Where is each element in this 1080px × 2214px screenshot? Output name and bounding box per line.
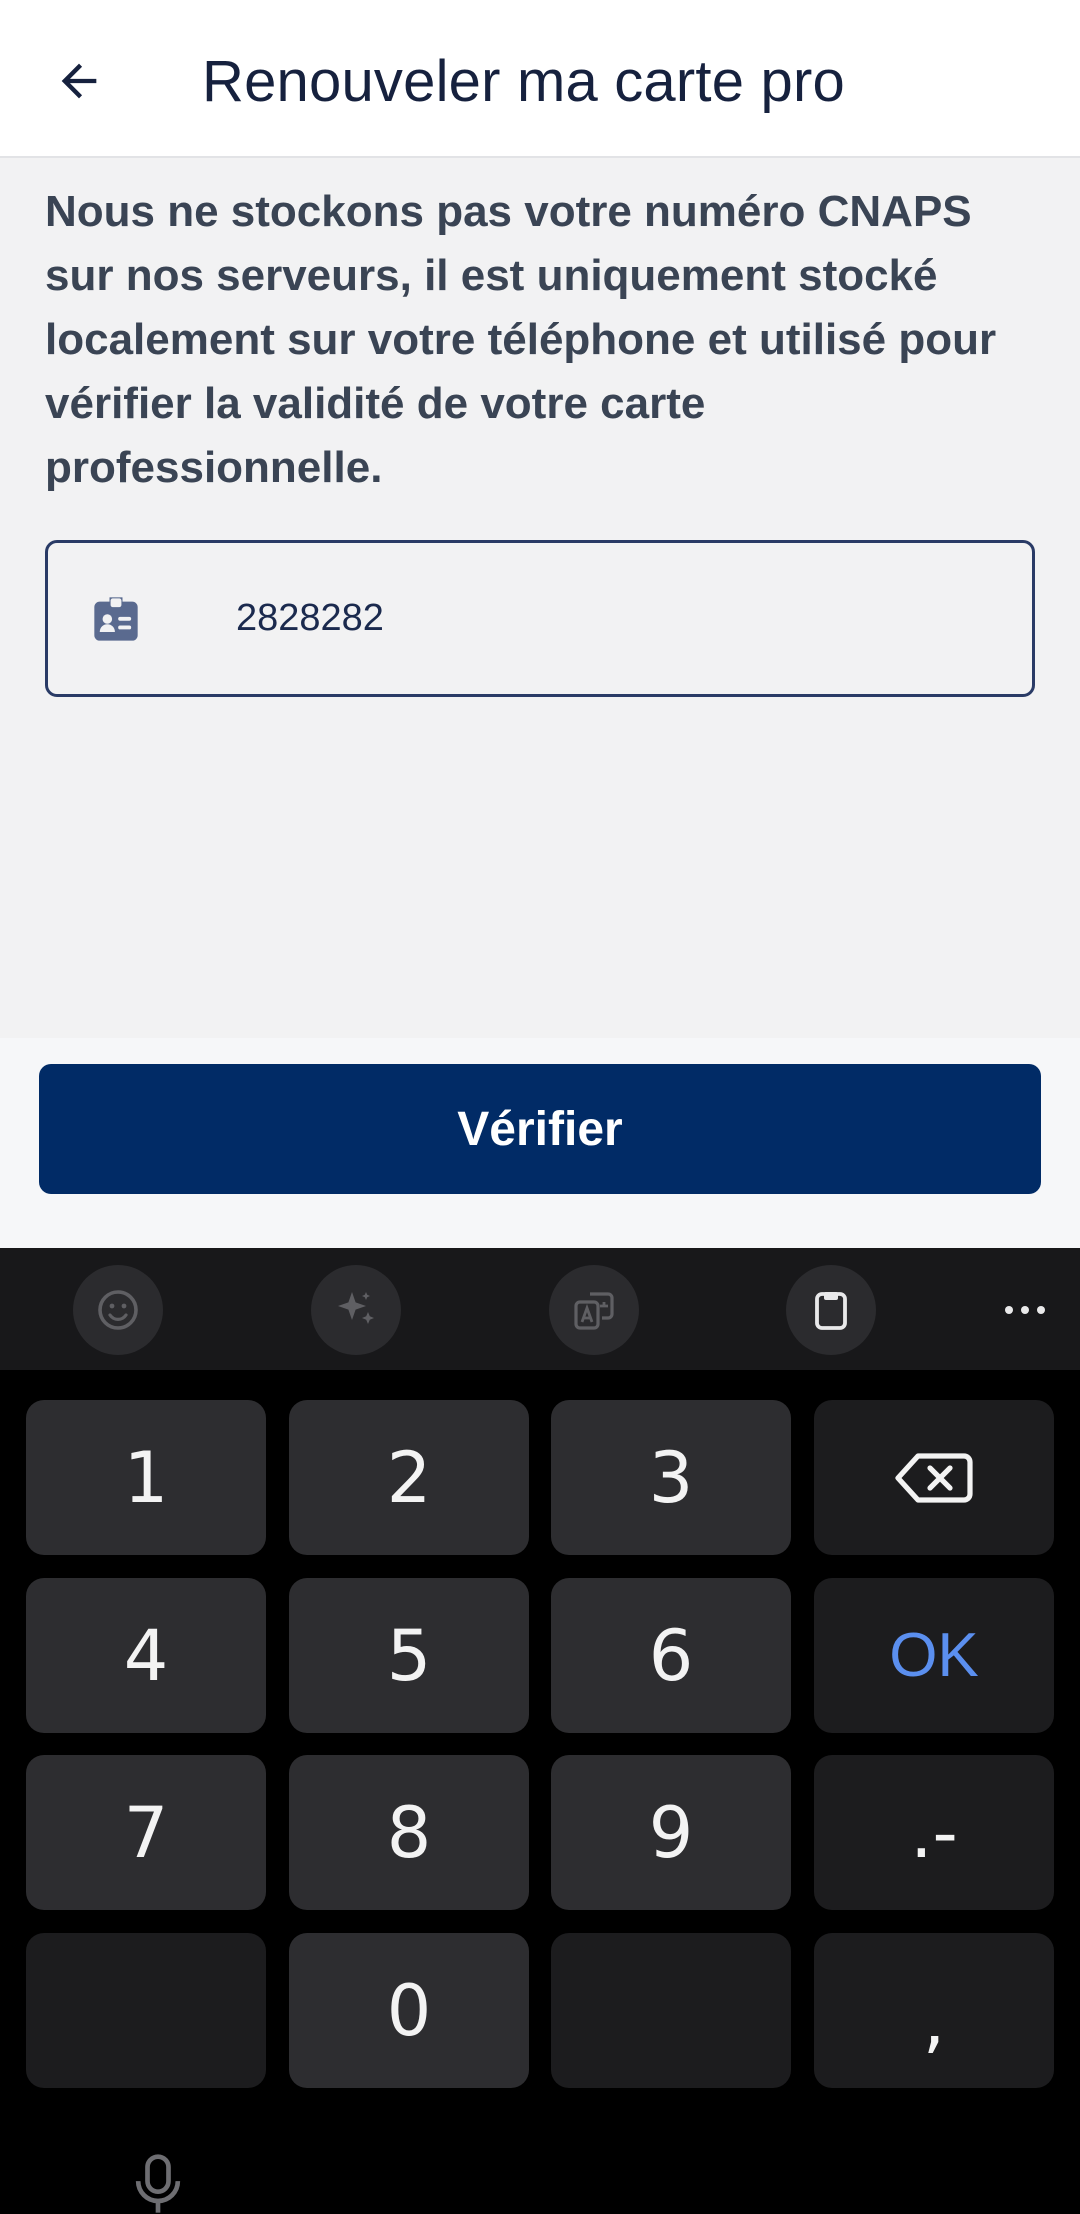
key-dot-dash[interactable]: .- [814, 1755, 1054, 1910]
clipboard-icon [815, 1292, 847, 1330]
key-comma[interactable]: , [814, 1933, 1054, 2088]
more-icon [1005, 1306, 1045, 1314]
back-button[interactable] [40, 42, 118, 120]
key-9[interactable]: 9 [551, 1755, 791, 1910]
info-text: Nous ne stockons pas votre numéro CNAPS … [45, 187, 997, 492]
emoji-button[interactable] [73, 1265, 163, 1355]
more-options-button[interactable] [990, 1265, 1060, 1355]
page-title: Renouveler ma carte pro [202, 49, 845, 114]
key-0[interactable]: 0 [289, 1933, 529, 2088]
key-5[interactable]: 5 [289, 1578, 529, 1733]
key-8[interactable]: 8 [289, 1755, 529, 1910]
emoji-icon [98, 1290, 138, 1330]
arrow-left-icon [61, 63, 97, 99]
translate-icon [574, 1292, 614, 1330]
sparkle-icon [338, 1292, 374, 1324]
cnaps-number-input[interactable]: 2828282 [45, 540, 1035, 697]
keyboard-toolbar [0, 1248, 1080, 1370]
translate-button[interactable] [549, 1265, 639, 1355]
key-6[interactable]: 6 [551, 1578, 791, 1733]
key-4[interactable]: 4 [26, 1578, 266, 1733]
microphone-icon[interactable] [130, 2153, 186, 2214]
id-badge-icon [94, 597, 138, 641]
key-ok[interactable]: OK [814, 1578, 1054, 1733]
backspace-icon [895, 1452, 973, 1503]
ai-writing-button[interactable] [311, 1265, 401, 1355]
key-1[interactable]: 1 [26, 1400, 266, 1555]
key-3[interactable]: 3 [551, 1400, 791, 1555]
numeric-keyboard: 1 2 3 4 5 6 OK 7 8 9 .- 0 , [0, 1248, 1080, 2214]
verify-button[interactable]: Vérifier [39, 1064, 1041, 1194]
clipboard-button[interactable] [786, 1265, 876, 1355]
key-backspace[interactable] [814, 1400, 1054, 1555]
key-blank-right [551, 1933, 791, 2088]
app-bar: Renouveler ma carte pro [0, 0, 1080, 158]
key-2[interactable]: 2 [289, 1400, 529, 1555]
bottom-action-bar: Vérifier [0, 1038, 1080, 1248]
key-blank-left [26, 1933, 266, 2088]
cnaps-input-value: 2828282 [236, 597, 384, 639]
key-7[interactable]: 7 [26, 1755, 266, 1910]
